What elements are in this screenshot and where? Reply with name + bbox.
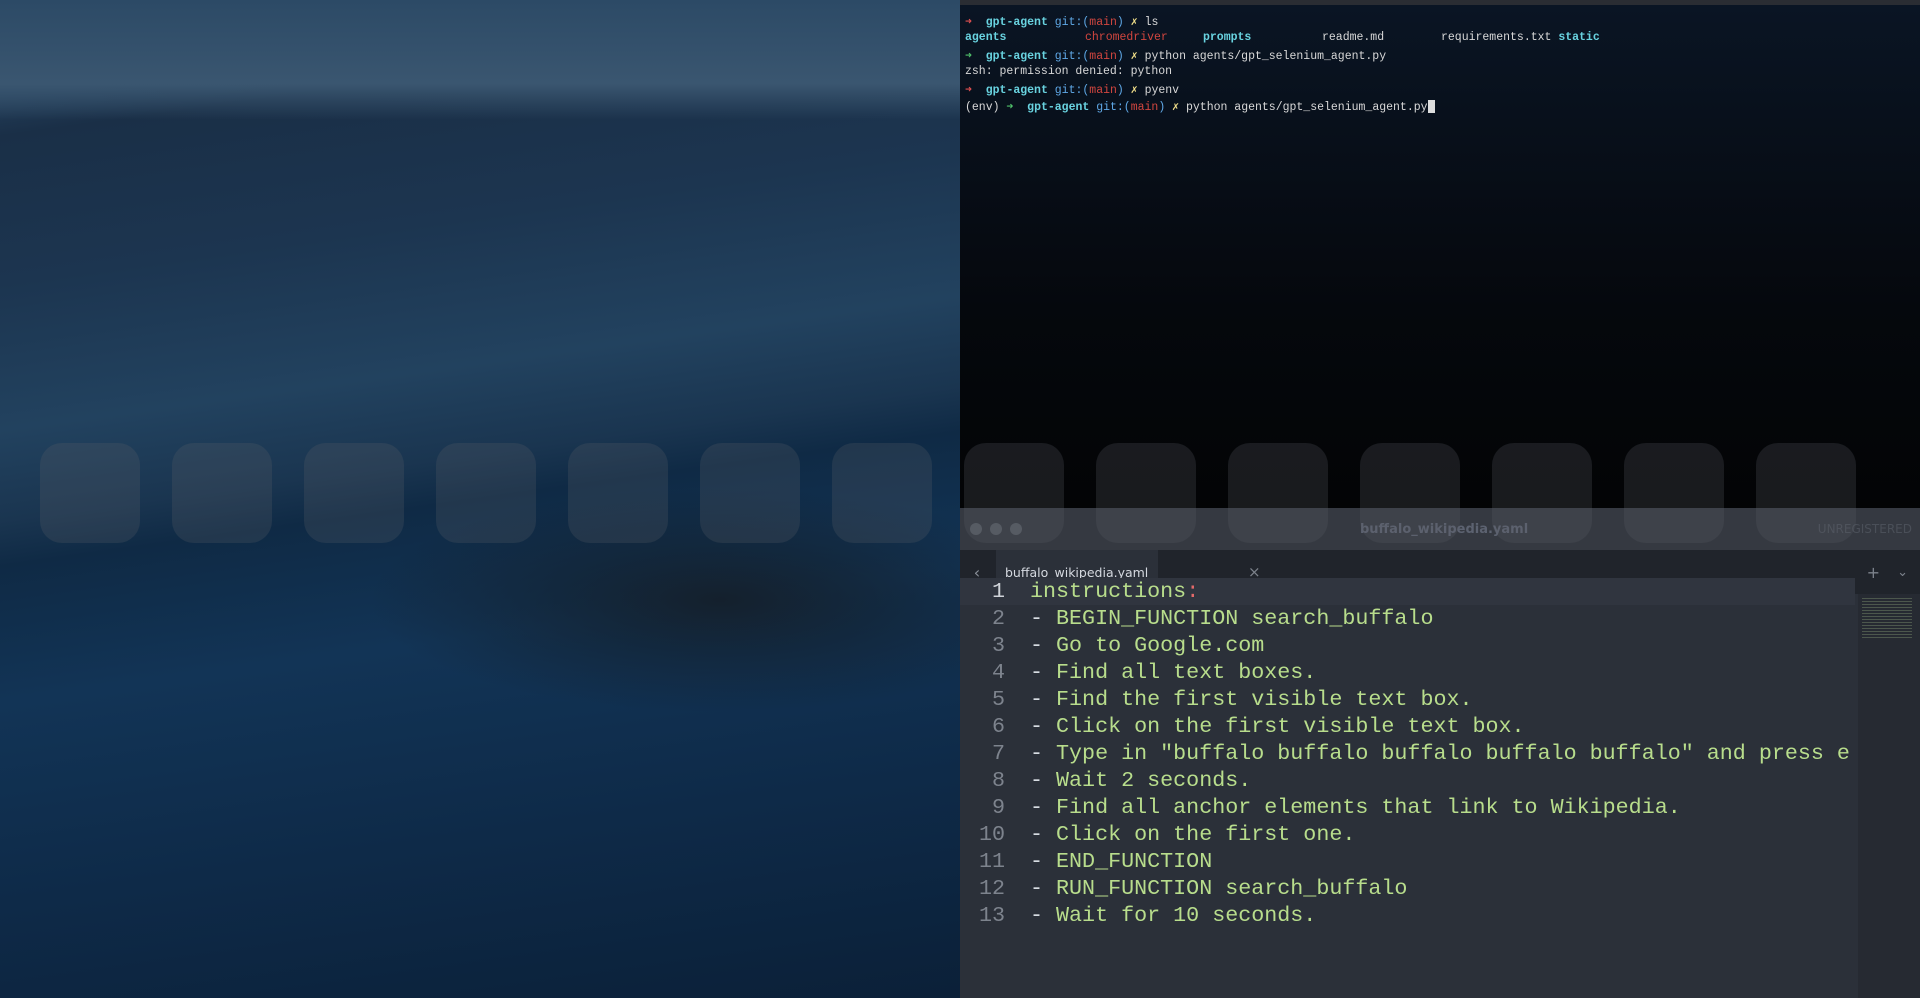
chevron-down-icon[interactable]: ⌄ bbox=[1897, 565, 1908, 580]
dock-app-icon[interactable] bbox=[568, 443, 668, 543]
dock-app-icon[interactable] bbox=[700, 443, 800, 543]
terminal-line: ➜ gpt-agent git:(main) ✗ python agents/g… bbox=[965, 50, 1387, 63]
dock-app-icon[interactable] bbox=[1492, 443, 1592, 543]
dock-app-icon[interactable] bbox=[1360, 443, 1460, 543]
code-line: 10- Click on the first one. bbox=[978, 822, 1356, 847]
wallpaper-sky bbox=[0, 0, 960, 120]
code-line: 4- Find all text boxes. bbox=[991, 660, 1317, 685]
terminal-ls-output: agents chromedriver prompts readme.md requir… bbox=[965, 31, 1600, 44]
code-line: 13- Wait for 10 seconds. bbox=[978, 903, 1317, 928]
dock-app-icon[interactable] bbox=[40, 443, 140, 543]
code-line: 6- Click on the first visible text box. bbox=[991, 714, 1525, 739]
terminal-current-line[interactable]: (env) ➜ gpt-agent git:(main) ✗ python ag… bbox=[965, 99, 1435, 114]
dock-app-icon[interactable] bbox=[436, 443, 536, 543]
dock-app-icon[interactable] bbox=[1756, 443, 1856, 543]
terminal-line: ➜ gpt-agent git:(main) ✗ ls bbox=[965, 16, 1159, 29]
dock-app-icon[interactable] bbox=[832, 443, 932, 543]
dock-app-icon[interactable] bbox=[1096, 443, 1196, 543]
dock-faded bbox=[40, 443, 1880, 545]
text-editor-window[interactable]: buffalo_wikipedia.yaml UNREGISTERED ‹ › … bbox=[960, 508, 1920, 998]
code-line: 3- Go to Google.com bbox=[991, 633, 1265, 658]
terminal-cursor bbox=[1427, 100, 1435, 114]
code-line: 2- BEGIN_FUNCTION search_buffalo bbox=[991, 606, 1434, 631]
dock-app-icon[interactable] bbox=[964, 443, 1064, 543]
dock-app-icon[interactable] bbox=[1228, 443, 1328, 543]
code-line: 11- END_FUNCTION bbox=[978, 849, 1213, 874]
code-line: 5- Find the first visible text box. bbox=[991, 687, 1473, 712]
code-line: 1 instructions: bbox=[960, 578, 1855, 605]
minimap[interactable] bbox=[1858, 594, 1920, 998]
dock-app-icon[interactable] bbox=[1624, 443, 1724, 543]
code-line: 7- Type in "buffalo buffalo buffalo buff… bbox=[991, 741, 1850, 766]
new-tab-icon[interactable]: + bbox=[1867, 563, 1880, 582]
dock-app-icon[interactable] bbox=[304, 443, 404, 543]
terminal-output: zsh: permission denied: python bbox=[965, 65, 1173, 78]
dock-app-icon[interactable] bbox=[172, 443, 272, 543]
code-line: 12- RUN_FUNCTION search_buffalo bbox=[978, 876, 1408, 901]
code-line: 9- Find all anchor elements that link to… bbox=[991, 795, 1681, 820]
terminal-line: ➜ gpt-agent git:(main) ✗ pyenv bbox=[965, 84, 1180, 97]
code-line: 8- Wait 2 seconds. bbox=[991, 768, 1252, 793]
terminal-window[interactable]: ➜ gpt-agent git:(main) ✗ ls agents chrome… bbox=[960, 0, 1920, 510]
code-area[interactable]: 1 instructions: 2- BEGIN_FUNCTION search_… bbox=[960, 578, 1855, 929]
